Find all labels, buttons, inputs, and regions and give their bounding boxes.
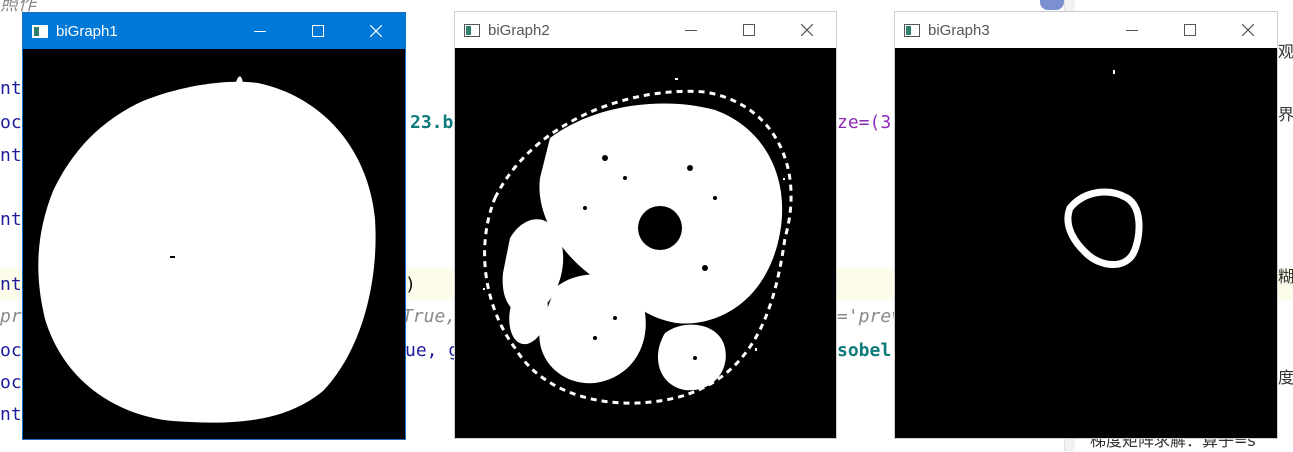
doc-fragment: 糊: [1278, 267, 1293, 286]
code-fragment: nt: [0, 145, 22, 166]
code-fragment: ): [405, 274, 416, 295]
title-bar[interactable]: biGraph2: [455, 12, 836, 48]
app-window-icon: [464, 23, 480, 37]
close-button[interactable]: [778, 12, 836, 48]
code-fragment: nt: [0, 78, 22, 99]
window-title: biGraph1: [56, 22, 118, 40]
code-fragment: True,: [402, 306, 457, 327]
close-button[interactable]: [1219, 12, 1277, 48]
minimize-icon: [254, 31, 266, 32]
code-fragment: ='prev: [837, 306, 903, 327]
image-view: [455, 48, 836, 438]
window-bigraph2[interactable]: biGraph2: [454, 11, 837, 439]
maximize-button[interactable]: [289, 13, 347, 49]
doc-fragment: 度: [1278, 368, 1293, 387]
side-panel-tab[interactable]: [1040, 0, 1064, 10]
title-bar[interactable]: biGraph1: [23, 13, 405, 49]
code-fragment: ue, g: [405, 340, 460, 361]
maximize-button[interactable]: [1161, 12, 1219, 48]
code-fragment: nt: [0, 404, 22, 425]
code-fragment: sobel: [837, 340, 892, 361]
image-view: [895, 48, 1277, 438]
window-title: biGraph2: [488, 21, 550, 39]
doc-fragment: 观: [1278, 42, 1293, 61]
maximize-button[interactable]: [720, 12, 778, 48]
maximize-icon: [312, 25, 324, 37]
binary-image-bone-ring: [1064, 70, 1143, 268]
close-icon: [801, 24, 813, 36]
app-window-icon: [904, 23, 920, 37]
minimize-button[interactable]: [231, 13, 289, 49]
code-fragment: ze=(3: [837, 112, 892, 133]
code-fragment: nt: [0, 209, 22, 230]
binary-image-segmented-tissue: [483, 78, 793, 405]
minimize-button[interactable]: [1103, 12, 1161, 48]
code-fragment: 23.b: [410, 112, 454, 133]
window-bigraph3[interactable]: biGraph3: [894, 11, 1278, 439]
maximize-icon: [743, 24, 755, 36]
minimize-icon: [685, 30, 697, 31]
title-bar[interactable]: biGraph3: [895, 12, 1277, 48]
close-icon: [1242, 24, 1254, 36]
close-button[interactable]: [347, 13, 405, 49]
maximize-icon: [1184, 24, 1196, 36]
code-fragment: nt: [0, 274, 22, 295]
minimize-icon: [1126, 30, 1138, 31]
minimize-button[interactable]: [662, 12, 720, 48]
window-bigraph1[interactable]: biGraph1: [22, 12, 406, 440]
window-title: biGraph3: [928, 21, 990, 39]
close-icon: [370, 25, 382, 37]
doc-fragment: 界: [1278, 105, 1293, 124]
app-window-icon: [32, 24, 48, 38]
binary-image-filled-body: [38, 76, 376, 423]
image-view: [23, 49, 405, 439]
